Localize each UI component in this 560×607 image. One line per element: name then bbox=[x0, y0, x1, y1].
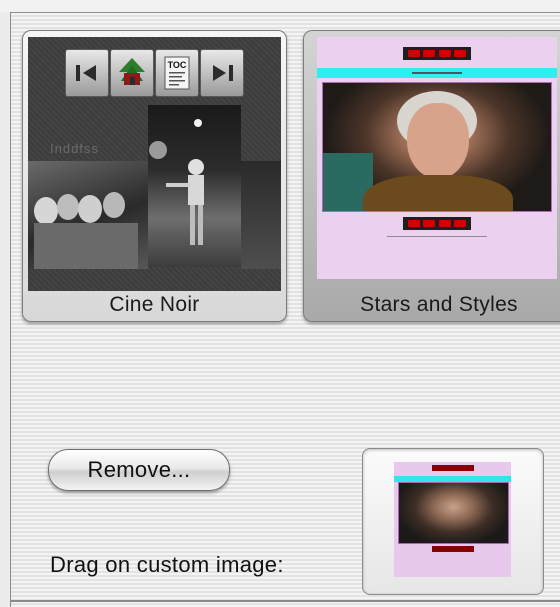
window-top-strip bbox=[0, 0, 560, 12]
stars-top-nav-bar bbox=[403, 47, 471, 60]
remove-button[interactable]: Remove... bbox=[48, 449, 230, 491]
stars-title-band bbox=[317, 68, 557, 78]
preview-top-bar bbox=[432, 465, 474, 471]
theme-card-cine-noir[interactable]: TOC Inddfss Cine Noir bbox=[22, 30, 287, 322]
preview-bottom-bar bbox=[432, 546, 474, 552]
home-icon bbox=[110, 49, 154, 97]
cine-noir-thumbnail: TOC Inddfss bbox=[28, 37, 281, 291]
cine-photo-player bbox=[148, 105, 241, 267]
drag-custom-image-label: Drag on custom image: bbox=[50, 552, 284, 577]
theme-label-cine-noir: Cine Noir bbox=[109, 293, 200, 316]
toc-icon: TOC bbox=[155, 49, 199, 97]
forward-arrow-icon bbox=[200, 49, 244, 97]
cine-photo-group bbox=[28, 161, 148, 269]
theme-label-stars-and-styles: Stars and Styles bbox=[360, 293, 518, 316]
cine-ghost-text: Inddfss bbox=[50, 141, 99, 156]
custom-image-well[interactable] bbox=[362, 448, 544, 595]
stars-thumbnail bbox=[317, 37, 557, 279]
stars-bottom-nav-bar bbox=[403, 217, 471, 230]
custom-image-preview bbox=[394, 462, 511, 577]
stars-footer-line bbox=[387, 236, 487, 237]
toc-text: TOC bbox=[168, 60, 187, 70]
back-arrow-icon bbox=[65, 49, 109, 97]
preview-photo bbox=[398, 482, 509, 544]
theme-card-stars-and-styles[interactable]: Stars and Styles bbox=[303, 30, 560, 322]
cine-nav-strip: TOC bbox=[65, 49, 245, 97]
window-bottom-border bbox=[10, 600, 560, 602]
cine-photo-side bbox=[241, 161, 281, 269]
stars-portrait-photo bbox=[322, 82, 552, 212]
